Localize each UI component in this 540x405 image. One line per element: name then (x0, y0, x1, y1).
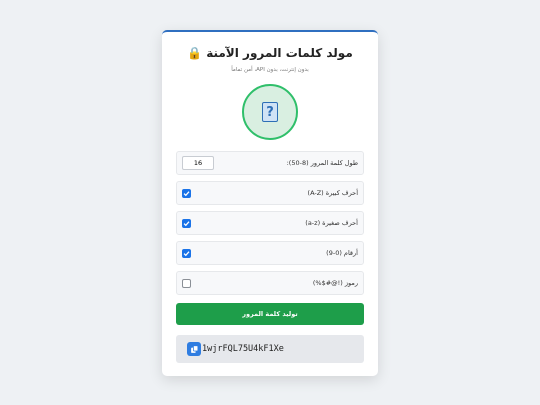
lowercase-checkbox[interactable] (182, 218, 191, 228)
password-text: 1wjrFQL75U4kF1Xe (202, 344, 284, 354)
option-label: رموز (!@#$%) (312, 279, 358, 287)
strength-indicator: ? (242, 84, 298, 140)
subtitle: بدون إنترنت، بدون API، أمن تماماً (231, 67, 309, 73)
option-label: أرقام (0-9) (326, 249, 358, 257)
copy-icon (190, 344, 198, 353)
numbers-checkbox[interactable] (182, 248, 191, 258)
password-generator-card: مولد كلمات المرور الآمنة 🔒 بدون إنترنت، … (162, 30, 378, 376)
app-title: مولد كلمات المرور الآمنة 🔒 (176, 46, 364, 60)
symbols-checkbox[interactable] (182, 278, 191, 288)
lock-icon: 🔒 (187, 46, 203, 60)
length-input[interactable] (182, 156, 214, 170)
option-lowercase[interactable]: أحرف صغيرة (a-z) (176, 211, 364, 235)
option-uppercase[interactable]: أحرف كبيرة (A-Z) (176, 181, 364, 205)
uppercase-checkbox[interactable] (182, 188, 191, 198)
check-icon (183, 220, 190, 226)
option-numbers[interactable]: أرقام (0-9) (176, 241, 364, 265)
option-symbols[interactable]: رموز (!@#$%) (176, 271, 364, 295)
length-label: طول كلمة المرور (8-50): (286, 159, 358, 167)
option-label: أحرف صغيرة (a-z) (305, 219, 358, 227)
check-icon (183, 190, 190, 196)
check-icon (183, 250, 190, 256)
option-label: أحرف كبيرة (A-Z) (307, 189, 358, 197)
title-text: مولد كلمات المرور الآمنة (206, 46, 353, 60)
copy-button[interactable] (187, 342, 201, 356)
password-output: 1wjrFQL75U4kF1Xe (176, 335, 364, 363)
question-mark-icon: ? (262, 102, 278, 122)
length-row: طول كلمة المرور (8-50): (176, 151, 364, 175)
generate-button[interactable]: توليد كلمة المرور (176, 303, 364, 325)
